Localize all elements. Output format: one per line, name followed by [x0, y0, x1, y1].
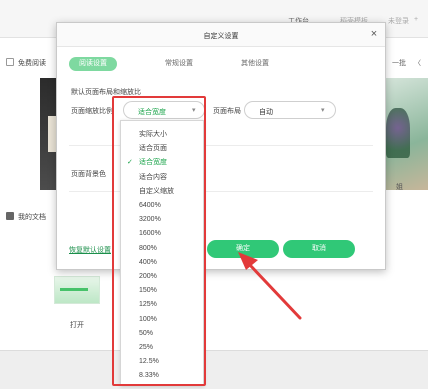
tab-reading-settings[interactable]: 阅读设置	[69, 57, 117, 71]
page-layout-label: 页面布局	[213, 108, 241, 115]
tab-other-settings[interactable]: 其他设置	[231, 57, 279, 71]
custom-settings-dialog: 自定义设置 × 阅读设置 常规设置 其他设置 默认页面布局和缩放比 页面缩放比例…	[56, 22, 386, 270]
chevron-down-icon: ▾	[321, 107, 325, 114]
tab-general-settings[interactable]: 常规设置	[155, 57, 203, 71]
my-documents-label[interactable]: 我的文档	[18, 212, 46, 222]
book-cover-art	[386, 108, 410, 158]
dialog-titlebar: 自定义设置 ×	[57, 23, 385, 47]
chevron-left-icon[interactable]: 〈	[414, 58, 421, 68]
free-read-label[interactable]: 免费阅读	[18, 58, 46, 68]
batch-label[interactable]: 一批	[392, 58, 406, 68]
new-tab-button[interactable]: +	[414, 16, 418, 23]
cancel-button[interactable]: 取消	[283, 240, 355, 258]
login-status[interactable]: 未登录	[388, 16, 409, 26]
annotation-highlight-box	[112, 96, 206, 386]
document-thumbnail-art	[60, 288, 88, 291]
close-icon[interactable]: ×	[367, 27, 381, 41]
page-layout-value: 自动	[259, 109, 273, 116]
page-bgcolor-label: 页面背景色	[71, 171, 106, 178]
open-button[interactable]: 打开	[70, 320, 84, 330]
book-title: 姐	[396, 184, 403, 191]
page-layout-select[interactable]: 自动 ▾	[244, 101, 336, 119]
ok-button[interactable]: 确定	[207, 240, 279, 258]
zoom-ratio-label: 页面缩放比例	[71, 108, 113, 115]
folder-icon	[6, 212, 14, 220]
dialog-title: 自定义设置	[203, 33, 239, 40]
restore-defaults-link[interactable]: 恢复默认设置	[69, 245, 111, 255]
free-read-icon	[6, 58, 14, 66]
app-footer	[0, 350, 428, 389]
